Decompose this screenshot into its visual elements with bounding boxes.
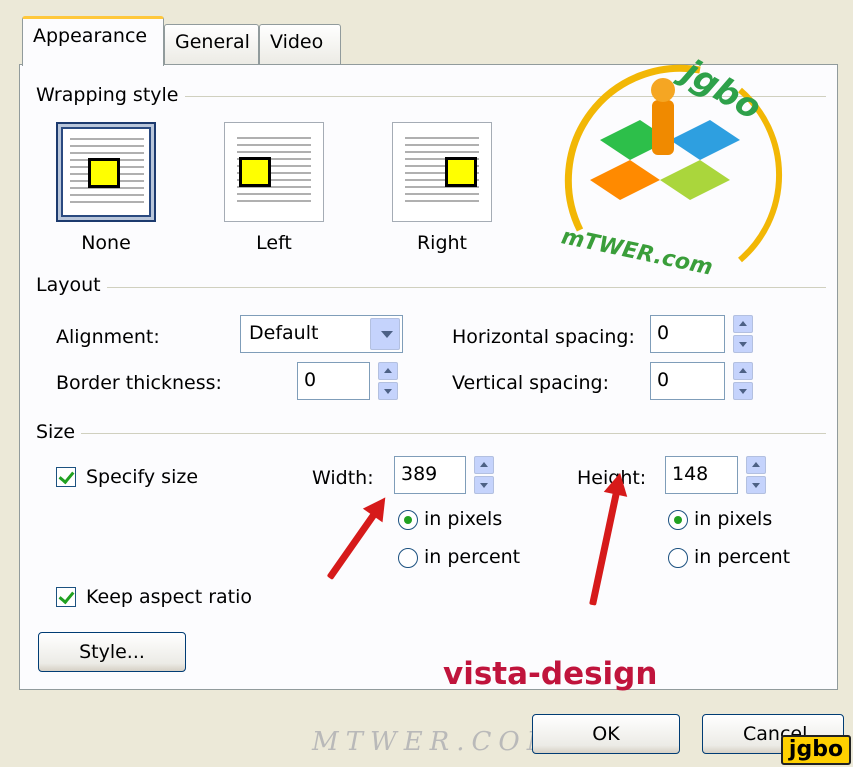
width-pixels-radio[interactable] <box>398 510 418 530</box>
wrap-right-option[interactable] <box>392 122 492 222</box>
red-arrow-icon <box>326 512 378 581</box>
height-spinner[interactable] <box>746 456 766 494</box>
specify-size-checkbox[interactable] <box>56 467 76 487</box>
red-arrow-icon <box>589 491 620 606</box>
divider <box>36 433 826 434</box>
corner-logo: jgbo <box>781 735 851 765</box>
keep-aspect-ratio-label: Keep aspect ratio <box>86 586 253 608</box>
horizontal-spacing-spinner[interactable] <box>733 315 753 353</box>
wrap-left-option[interactable] <box>224 122 324 222</box>
chevron-down-icon[interactable] <box>370 318 400 350</box>
alignment-select[interactable]: Default <box>240 315 403 353</box>
image-placeholder-icon <box>88 158 120 188</box>
alignment-label: Alignment: <box>56 326 160 348</box>
spin-up-icon[interactable] <box>733 315 753 333</box>
specify-size-label: Specify size <box>86 466 199 488</box>
width-percent-radio[interactable] <box>398 548 418 568</box>
border-thickness-label: Border thickness: <box>56 372 222 394</box>
height-input[interactable]: 148 <box>665 456 738 494</box>
width-percent-label: in percent <box>424 546 521 568</box>
height-percent-label: in percent <box>694 546 791 568</box>
jgbo-logo: jgbo mTWER.com <box>540 52 810 290</box>
layout-heading: Layout <box>36 274 107 296</box>
spin-up-icon[interactable] <box>746 456 766 474</box>
wrapping-style-heading: Wrapping style <box>36 84 185 106</box>
image-placeholder-icon <box>239 157 271 187</box>
horizontal-spacing-label: Horizontal spacing: <box>452 326 635 348</box>
spin-up-icon[interactable] <box>378 362 398 380</box>
style-button[interactable]: Style... <box>38 632 186 672</box>
border-thickness-input[interactable]: 0 <box>297 362 370 400</box>
spin-down-icon[interactable] <box>733 382 753 400</box>
spin-down-icon[interactable] <box>733 335 753 353</box>
spin-up-icon[interactable] <box>474 456 494 474</box>
spin-down-icon[interactable] <box>378 382 398 400</box>
width-pixels-label: in pixels <box>424 508 503 530</box>
wrap-none-label: None <box>81 232 131 254</box>
ok-button[interactable]: OK <box>532 714 680 754</box>
spin-up-icon[interactable] <box>733 362 753 380</box>
keep-aspect-ratio-checkbox[interactable] <box>56 587 76 607</box>
size-heading: Size <box>36 421 82 443</box>
height-pixels-radio[interactable] <box>668 510 688 530</box>
vertical-spacing-spinner[interactable] <box>733 362 753 400</box>
vertical-spacing-input[interactable]: 0 <box>650 362 725 400</box>
wrap-right-label: Right <box>416 232 468 254</box>
wrap-none-option[interactable] <box>56 122 156 222</box>
wrap-left-label: Left <box>256 232 292 254</box>
image-placeholder-icon <box>445 157 477 187</box>
vista-design-text: vista-design <box>443 656 658 692</box>
height-pixels-label: in pixels <box>694 508 773 530</box>
vertical-spacing-label: Vertical spacing: <box>452 372 609 394</box>
mtwer-watermark: MTWER.COM <box>312 727 561 757</box>
width-input[interactable]: 389 <box>394 456 466 494</box>
horizontal-spacing-input[interactable]: 0 <box>650 315 725 353</box>
spin-down-icon[interactable] <box>746 476 766 494</box>
width-label: Width: <box>312 467 374 489</box>
width-spinner[interactable] <box>474 456 494 494</box>
spin-down-icon[interactable] <box>474 476 494 494</box>
border-thickness-spinner[interactable] <box>378 362 398 400</box>
height-percent-radio[interactable] <box>668 548 688 568</box>
